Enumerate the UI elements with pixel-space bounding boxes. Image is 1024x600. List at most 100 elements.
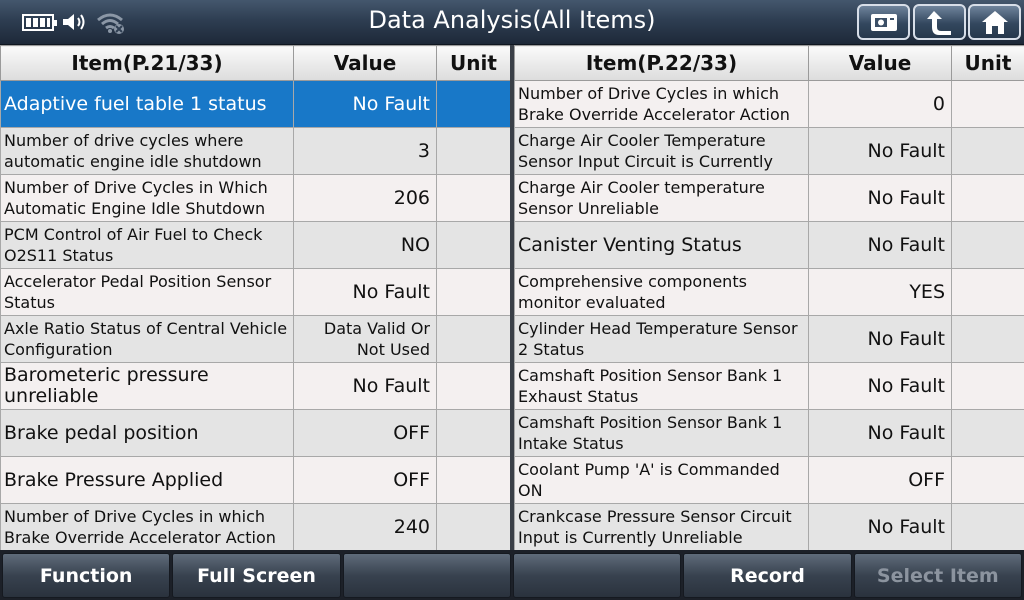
value-cell: No Fault xyxy=(808,127,952,175)
table-header: Item(P.22/33) Value Unit xyxy=(514,45,1024,81)
table-row[interactable]: Number of Drive Cycles in Which Automati… xyxy=(0,174,511,222)
table-row[interactable]: Accelerator Pedal Position Sensor Status… xyxy=(0,268,511,316)
value-header: Value xyxy=(808,45,952,81)
item-cell: Charge Air Cooler Temperature Sensor Inp… xyxy=(514,127,809,175)
table-row[interactable]: Charge Air Cooler Temperature Sensor Inp… xyxy=(514,127,1024,175)
screenshot-button[interactable] xyxy=(857,4,910,40)
item-cell: Charge Air Cooler temperature Sensor Unr… xyxy=(514,174,809,222)
value-cell: No Fault xyxy=(293,80,437,128)
table-row[interactable]: Number of drive cycles where automatic e… xyxy=(0,127,511,175)
title-bar: Data Analysis(All Items) xyxy=(0,0,1024,45)
table-row[interactable]: Coolant Pump 'A' is Commanded ON OFF xyxy=(514,456,1024,504)
unit-cell xyxy=(436,409,511,457)
value-cell: No Fault xyxy=(808,362,952,410)
item-cell: Crankcase Pressure Sensor Circuit Input … xyxy=(514,503,809,551)
value-cell: 206 xyxy=(293,174,437,222)
unit-cell xyxy=(436,315,511,363)
item-cell: Number of Drive Cycles in which Brake Ov… xyxy=(514,80,809,128)
value-cell: YES xyxy=(808,268,952,316)
item-cell: Comprehensive components monitor evaluat… xyxy=(514,268,809,316)
unit-header: Unit xyxy=(951,45,1024,81)
unit-cell xyxy=(951,80,1024,128)
unit-cell xyxy=(951,174,1024,222)
item-cell: Camshaft Position Sensor Bank 1 Intake S… xyxy=(514,409,809,457)
value-cell: No Fault xyxy=(808,409,952,457)
item-cell: Camshaft Position Sensor Bank 1 Exhaust … xyxy=(514,362,809,410)
table-row[interactable]: PCM Control of Air Fuel to Check O2S11 S… xyxy=(0,221,511,269)
item-cell: Brake Pressure Applied xyxy=(0,456,294,504)
table-row[interactable]: Brake pedal position OFF xyxy=(0,409,511,457)
right-data-table: Item(P.22/33) Value Unit Number of Drive… xyxy=(514,45,1024,551)
value-cell: OFF xyxy=(293,409,437,457)
unit-cell xyxy=(951,221,1024,269)
function-button[interactable]: Function xyxy=(2,553,171,598)
table-row[interactable]: Canister Venting Status No Fault xyxy=(514,221,1024,269)
empty-button-1[interactable] xyxy=(342,553,511,598)
table-row[interactable]: Number of Drive Cycles in which Brake Ov… xyxy=(514,80,1024,128)
value-cell: No Fault xyxy=(293,362,437,410)
table-row[interactable]: Barometeric pressure unreliable No Fault xyxy=(0,362,511,410)
item-header: Item(P.21/33) xyxy=(0,45,294,81)
table-row[interactable]: Charge Air Cooler temperature Sensor Unr… xyxy=(514,174,1024,222)
table-row[interactable]: Axle Ratio Status of Central Vehicle Con… xyxy=(0,315,511,363)
back-button[interactable] xyxy=(913,4,966,40)
item-cell: Cylinder Head Temperature Sensor 2 Statu… xyxy=(514,315,809,363)
value-cell: Data Valid Or Not Used xyxy=(293,315,437,363)
unit-cell xyxy=(436,362,511,410)
right-data-panel: Item(P.22/33) Value Unit Number of Drive… xyxy=(514,45,1024,551)
unit-cell xyxy=(436,456,511,504)
table-row[interactable]: Cylinder Head Temperature Sensor 2 Statu… xyxy=(514,315,1024,363)
table-row[interactable]: Brake Pressure Applied OFF xyxy=(0,456,511,504)
value-cell: OFF xyxy=(293,456,437,504)
item-cell: PCM Control of Air Fuel to Check O2S11 S… xyxy=(0,221,294,269)
table-header: Item(P.21/33) Value Unit xyxy=(0,45,511,81)
full-screen-button[interactable]: Full Screen xyxy=(172,553,341,598)
item-cell: Accelerator Pedal Position Sensor Status xyxy=(0,268,294,316)
unit-cell xyxy=(436,127,511,175)
select-item-button[interactable]: Select Item xyxy=(853,553,1022,598)
value-cell: No Fault xyxy=(808,315,952,363)
unit-cell xyxy=(436,503,511,551)
item-cell: Adaptive fuel table 1 status xyxy=(0,80,294,128)
unit-cell xyxy=(951,315,1024,363)
value-cell: 240 xyxy=(293,503,437,551)
unit-cell xyxy=(951,127,1024,175)
table-row[interactable]: Comprehensive components monitor evaluat… xyxy=(514,268,1024,316)
table-row[interactable]: Adaptive fuel table 1 status No Fault xyxy=(0,80,511,128)
item-cell: Number of Drive Cycles in Which Automati… xyxy=(0,174,294,222)
item-cell: Axle Ratio Status of Central Vehicle Con… xyxy=(0,315,294,363)
table-row[interactable]: Camshaft Position Sensor Bank 1 Intake S… xyxy=(514,409,1024,457)
item-cell: Number of Drive Cycles in which Brake Ov… xyxy=(0,503,294,551)
value-cell: No Fault xyxy=(808,503,952,551)
table-row[interactable]: Number of Drive Cycles in which Brake Ov… xyxy=(0,503,511,551)
item-cell: Canister Venting Status xyxy=(514,221,809,269)
value-cell: OFF xyxy=(808,456,952,504)
unit-cell xyxy=(951,456,1024,504)
value-cell: 3 xyxy=(293,127,437,175)
back-icon xyxy=(926,11,951,35)
unit-cell xyxy=(436,268,511,316)
left-data-panel: Item(P.21/33) Value Unit Adaptive fuel t… xyxy=(0,45,511,551)
item-cell: Number of drive cycles where automatic e… xyxy=(0,127,294,175)
value-cell: No Fault xyxy=(293,268,437,316)
value-cell: No Fault xyxy=(808,174,952,222)
table-row[interactable]: Crankcase Pressure Sensor Circuit Input … xyxy=(514,503,1024,551)
item-cell: Coolant Pump 'A' is Commanded ON xyxy=(514,456,809,504)
table-row[interactable]: Camshaft Position Sensor Bank 1 Exhaust … xyxy=(514,362,1024,410)
record-button[interactable]: Record xyxy=(683,553,852,598)
home-button[interactable] xyxy=(968,4,1021,40)
value-cell: 0 xyxy=(808,80,952,128)
empty-button-2[interactable] xyxy=(512,553,682,598)
value-cell: No Fault xyxy=(808,221,952,269)
left-data-table: Item(P.21/33) Value Unit Adaptive fuel t… xyxy=(0,45,511,551)
value-cell: NO xyxy=(293,221,437,269)
home-icon xyxy=(981,11,1008,34)
unit-cell xyxy=(436,80,511,128)
value-header: Value xyxy=(293,45,437,81)
unit-cell xyxy=(436,221,511,269)
unit-cell xyxy=(951,503,1024,551)
unit-cell xyxy=(951,362,1024,410)
unit-cell xyxy=(436,174,511,222)
unit-cell xyxy=(951,268,1024,316)
item-cell: Brake pedal position xyxy=(0,409,294,457)
